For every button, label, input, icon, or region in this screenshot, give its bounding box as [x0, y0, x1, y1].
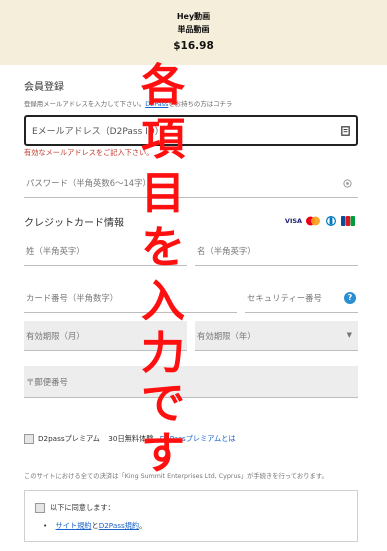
terms-and: と	[91, 521, 99, 530]
security-code-field[interactable]: セキュリティー番号 ?	[245, 283, 358, 313]
last-name-field[interactable]: 姓（半角英字）	[24, 236, 187, 266]
password-placeholder: パスワード（半角英数6～14字）	[26, 178, 151, 188]
chevron-down-icon: ▼	[346, 331, 352, 339]
eye-icon[interactable]	[343, 179, 352, 188]
last-name-placeholder: 姓（半角英字）	[26, 246, 85, 256]
product-type: 単品動画	[177, 25, 210, 34]
security-code-help-icon[interactable]: ?	[344, 292, 356, 304]
agreement-box: 以下に同意します： • サイト規約とD2Pass規約。	[24, 490, 358, 542]
terms-end: 。	[139, 521, 147, 530]
expiry-month-placeholder: 有効期限（月）	[26, 331, 85, 341]
login-prompt: をお持ちの方はコチラ	[168, 100, 233, 108]
security-code-placeholder: セキュリティー番号	[247, 293, 322, 303]
jcb-logo	[341, 216, 355, 226]
product-name: Hey動画	[176, 12, 211, 21]
email-placeholder: Eメールアドレス（D2Pass ID）	[32, 127, 164, 137]
premium-label: D2passプレミアム	[38, 434, 100, 443]
premium-trial: 30日無料	[108, 434, 140, 443]
credit-card-title: クレジットカード情報	[24, 218, 124, 229]
postal-code-placeholder: 〒郵便番号	[26, 377, 68, 387]
product-header: Hey動画 単品動画 $16.98	[0, 0, 387, 65]
expiry-year-select[interactable]: 有効期限（年） ▼	[195, 321, 358, 351]
email-error: 有効なメールアドレスをご記入下さい。	[24, 148, 154, 157]
card-number-field[interactable]: カード番号（半角数字）	[24, 283, 237, 313]
password-field[interactable]: パスワード（半角英数6～14字）	[24, 168, 358, 198]
premium-trial-suffix: 体験	[139, 434, 154, 443]
first-name-placeholder: 名（半角英字）	[197, 246, 256, 256]
bullet: •	[43, 521, 48, 530]
postal-code-field[interactable]: 〒郵便番号	[24, 366, 358, 398]
agree-checkbox[interactable]	[35, 503, 45, 513]
card-number-placeholder: カード番号（半角数字）	[26, 293, 119, 303]
diners-logo	[326, 216, 336, 226]
product-price: $16.98	[173, 40, 214, 52]
premium-row: D2passプレミアム 30日無料体験 D2Passプレミアムとは	[38, 434, 236, 444]
card-logos: VISA	[285, 215, 355, 227]
d2pass-terms-link[interactable]: D2Pass規約	[99, 521, 139, 530]
first-name-field[interactable]: 名（半角英字）	[195, 236, 358, 266]
premium-info-link[interactable]: D2Passプレミアムとは	[160, 434, 236, 443]
email-field[interactable]: Eメールアドレス（D2Pass ID）	[24, 115, 358, 146]
agree-label: 以下に同意します：	[50, 503, 115, 512]
instruction-text: 登録用メールアドレスを入力して下さい。	[24, 100, 146, 108]
contact-card-icon	[341, 126, 350, 136]
expiry-year-placeholder: 有効期限（年）	[197, 331, 256, 341]
d2pass-login-link[interactable]: D2Pass	[145, 100, 168, 108]
expiry-month-select[interactable]: 有効期限（月）	[24, 321, 187, 351]
premium-checkbox[interactable]	[24, 434, 34, 444]
terms-line: • サイト規約とD2Pass規約。	[43, 521, 146, 531]
payment-notice: このサイトにおける全ての決済は「King Summit Enterprises …	[24, 473, 328, 480]
visa-logo: VISA	[284, 217, 303, 225]
registration-title: 会員登録	[24, 82, 64, 93]
mastercard-logo	[306, 216, 320, 226]
site-terms-link[interactable]: サイト規約	[56, 521, 92, 530]
registration-instruction: 登録用メールアドレスを入力して下さい。D2Passをお持ちの方はコチラ	[24, 99, 232, 108]
